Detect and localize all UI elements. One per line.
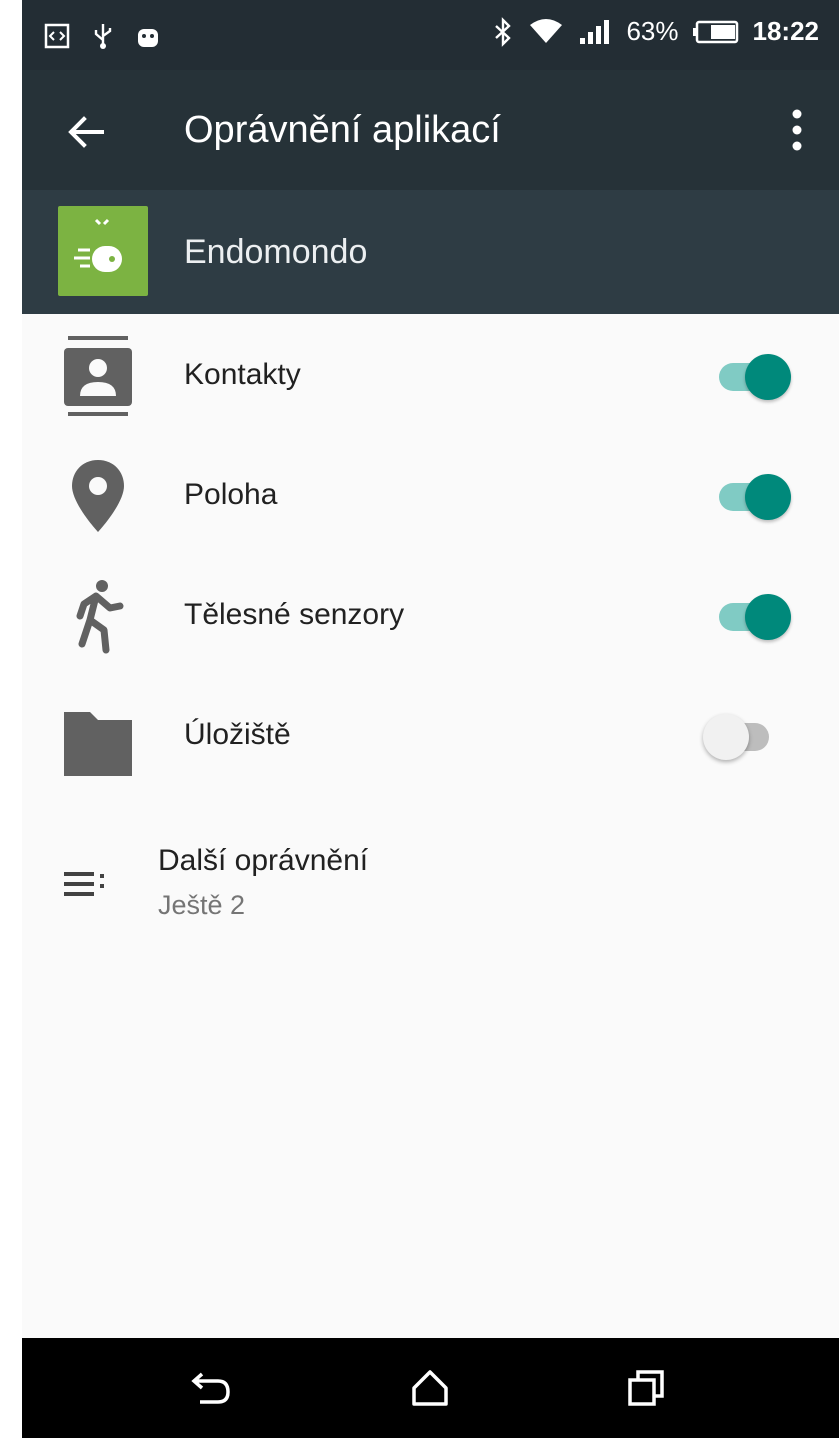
- permission-row-location[interactable]: Poloha: [22, 436, 839, 556]
- back-nav-icon[interactable]: [190, 1366, 234, 1410]
- location-icon: [72, 460, 124, 532]
- recents-nav-icon[interactable]: [624, 1366, 668, 1410]
- battery-percent: 63%: [626, 16, 679, 46]
- more-permissions-title: Další oprávnění: [158, 844, 369, 877]
- list-icon: [64, 872, 104, 896]
- permission-row-body-sensors[interactable]: Tělesné senzory: [22, 556, 839, 676]
- navigation-bar: [22, 1338, 839, 1438]
- body-sensors-icon: [76, 580, 124, 654]
- signal-icon: [580, 19, 610, 44]
- app-name: Endomondo: [184, 233, 368, 271]
- phone-screen: 63% 18:22 Oprávnění aplikací Endomondo K…: [22, 0, 839, 1438]
- runner-logo-icon: [74, 218, 122, 272]
- android-icon: [138, 29, 158, 47]
- location-toggle[interactable]: [719, 474, 793, 520]
- wifi-icon: [530, 18, 563, 43]
- battery-icon: [692, 20, 738, 43]
- permission-label: Úložiště: [184, 718, 291, 751]
- permission-label: Poloha: [184, 478, 278, 511]
- permission-label: Tělesné senzory: [184, 598, 405, 631]
- bluetooth-icon: [495, 16, 512, 47]
- contacts-toggle[interactable]: [719, 354, 793, 400]
- code-icon: [44, 23, 70, 49]
- folder-icon: [64, 712, 132, 776]
- home-nav-icon[interactable]: [408, 1366, 452, 1410]
- toggle-thumb: [745, 594, 791, 640]
- more-permissions-row[interactable]: Další oprávnění Ještě 2: [22, 822, 839, 952]
- status-left-icons: [44, 22, 160, 50]
- page-title: Oprávnění aplikací: [184, 109, 501, 151]
- toggle-thumb: [745, 354, 791, 400]
- permission-label: Kontakty: [184, 358, 301, 391]
- status-right-icons: 63% 18:22: [492, 16, 819, 47]
- usb-icon: [94, 24, 112, 49]
- contacts-icon: [64, 336, 132, 416]
- app-toolbar: Oprávnění aplikací: [22, 70, 839, 190]
- arrow-back-icon[interactable]: [62, 108, 110, 156]
- endomondo-app-icon: [58, 206, 148, 296]
- storage-toggle[interactable]: [703, 714, 777, 760]
- status-bar: 63% 18:22: [22, 0, 839, 70]
- more-permissions-subtitle: Ještě 2: [158, 890, 246, 920]
- app-header: Endomondo: [22, 190, 839, 314]
- permission-row-contacts[interactable]: Kontakty: [22, 316, 839, 436]
- status-time: 18:22: [752, 16, 820, 46]
- permission-row-storage[interactable]: Úložiště: [22, 676, 839, 796]
- toggle-thumb: [745, 474, 791, 520]
- more-vert-icon[interactable]: [785, 104, 809, 156]
- body-sensors-toggle[interactable]: [719, 594, 793, 640]
- toggle-thumb: [703, 714, 749, 760]
